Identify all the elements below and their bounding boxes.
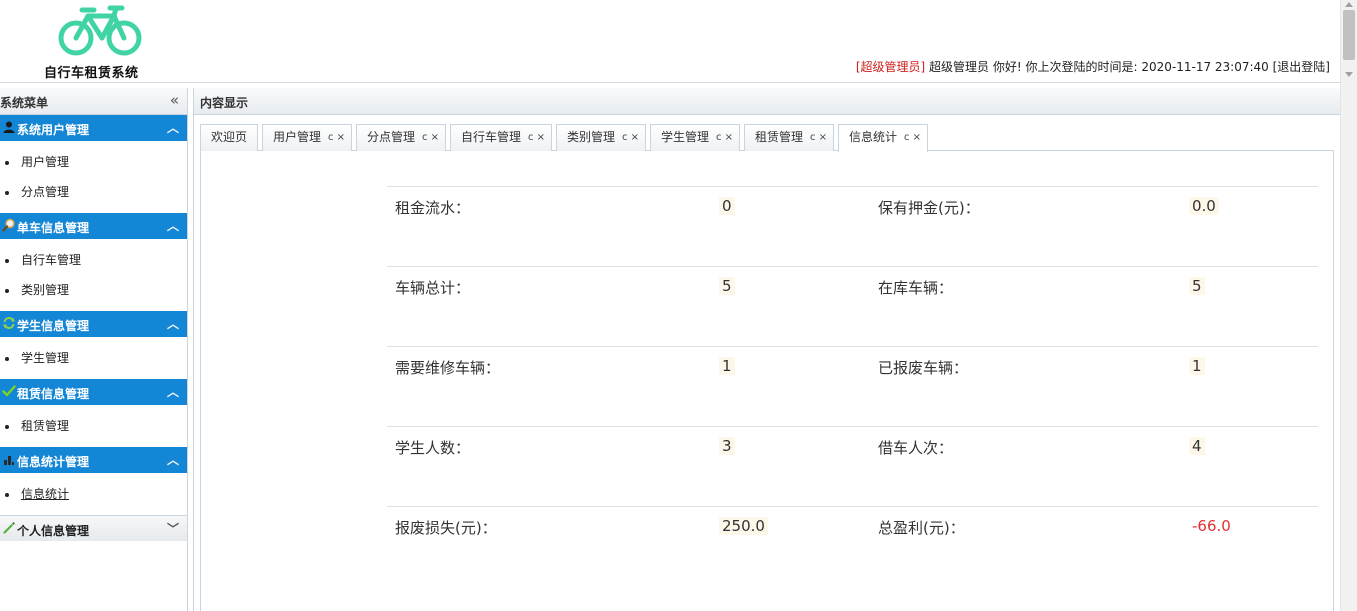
menu-group-items: 自行车管理 类别管理 [0, 239, 187, 311]
menu-group-items: 用户管理 分点管理 [0, 141, 187, 213]
chevron-up-icon[interactable]: ︿ [167, 217, 179, 234]
tab-bar: 欢迎页 用户管理 c × 分点管理 c × 自行车管理 c × 类别管理 c ×… [200, 123, 1334, 152]
menu-group-statistics[interactable]: 信息统计管理 ︿ [0, 447, 187, 473]
menu-group-label: 个人信息管理 [17, 524, 90, 538]
stat-value: 5 [1189, 277, 1205, 295]
stat-label: 车辆总计： [395, 279, 471, 297]
menu-group-student-info[interactable]: 学生信息管理 ︿ [0, 311, 187, 337]
tab-bicycle-management[interactable]: 自行车管理 c × [450, 124, 552, 151]
stat-value: 4 [1189, 437, 1205, 455]
stats-row: 租金流水： 0 保有押金(元)： 0.0 [387, 187, 1318, 267]
pencil-icon [3, 522, 15, 534]
sidebar-item-statistics[interactable]: 信息统计 [0, 479, 187, 509]
menu-group-rental-info[interactable]: 租赁信息管理 ︿ [0, 379, 187, 405]
menu-group-items: 信息统计 [0, 473, 187, 515]
user-role: [超级管理员] [855, 60, 926, 74]
stat-value: 0.0 [1189, 197, 1219, 215]
stat-value-total-profit: -66.0 [1192, 517, 1231, 535]
tab-close-icon[interactable]: c × [716, 125, 733, 150]
sidebar-title: 系统菜单 [0, 96, 49, 110]
menu-group-label: 租赁信息管理 [17, 387, 90, 401]
stat-label: 租金流水： [395, 199, 471, 217]
tab-content: 租金流水： 0 保有押金(元)： 0.0 车辆总计： 5 在库车辆： 5 需要维… [200, 151, 1334, 611]
user-icon [3, 121, 15, 133]
scroll-down-arrow-icon[interactable] [1345, 72, 1353, 77]
menu-group-label: 信息统计管理 [17, 455, 90, 469]
tab-close-icon[interactable]: c × [622, 125, 639, 150]
sidebar-item-rental-management[interactable]: 租赁管理 [0, 411, 187, 441]
stats-row: 报废损失(元)： 250.0 总盈利(元)： -66.0 [387, 507, 1318, 587]
tab-category-management[interactable]: 类别管理 c × [556, 124, 646, 151]
chevron-up-icon[interactable]: ︿ [167, 383, 179, 400]
tab-rental-management[interactable]: 租赁管理 c × [744, 124, 834, 151]
stats-row: 车辆总计： 5 在库车辆： 5 [387, 267, 1318, 347]
menu-group-system-users[interactable]: 系统用户管理 ︿ [0, 115, 187, 141]
sidebar-item-branch-management[interactable]: 分点管理 [0, 177, 187, 207]
chevron-down-icon[interactable]: ﹀ [167, 520, 179, 537]
stat-label: 已报废车辆： [878, 359, 969, 377]
stat-value: 250.0 [719, 517, 768, 535]
menu-group-label: 单车信息管理 [17, 221, 90, 235]
sidebar-header: 系统菜单 « [0, 88, 187, 115]
menu-group-items: 学生管理 [0, 337, 187, 379]
menu-group-bike-info[interactable]: 单车信息管理 ︿ [0, 213, 187, 239]
tab-welcome[interactable]: 欢迎页 [200, 124, 258, 151]
last-login-time: 2020-11-17 23:07:40 [1141, 60, 1269, 74]
logout-link[interactable]: [退出登陆] [1269, 60, 1330, 74]
stat-value: 3 [719, 437, 735, 455]
checkmark-icon [2, 385, 16, 397]
tab-close-icon[interactable]: c × [422, 125, 439, 150]
greeting-text: 超级管理员 你好! 你上次登陆的时间是: [925, 60, 1142, 74]
tab-statistics[interactable]: 信息统计 c × [838, 124, 928, 152]
tab-close-icon[interactable]: c × [904, 125, 921, 150]
chart-icon [4, 456, 14, 465]
stat-value: 5 [719, 277, 735, 295]
stat-label: 总盈利(元)： [878, 519, 965, 537]
collapse-sidebar-icon[interactable]: « [170, 91, 179, 109]
stat-value: 1 [1189, 357, 1205, 375]
app-title: 自行车租赁系统 [44, 66, 139, 81]
menu-group-label: 学生信息管理 [17, 319, 90, 333]
page-scrollbar[interactable] [1340, 0, 1357, 611]
menu-group-personal-info[interactable]: 个人信息管理 ﹀ [0, 515, 187, 541]
chevron-up-icon[interactable]: ︿ [167, 119, 179, 136]
tab-close-icon[interactable]: c × [528, 125, 545, 150]
stat-label: 报废损失(元)： [395, 519, 497, 537]
stats-row: 学生人数： 3 借车人次： 4 [387, 427, 1318, 507]
content-panel: 内容显示 欢迎页 用户管理 c × 分点管理 c × 自行车管理 c × 类别管… [193, 88, 1340, 611]
user-status-bar: [超级管理员] 超级管理员 你好! 你上次登陆的时间是: 2020-11-17 … [856, 58, 1330, 75]
app-logo: 自行车租赁系统 [40, 4, 150, 81]
sidebar: 系统菜单 « 系统用户管理 ︿ 用户管理 分点管理 单车信息管理 ︿ 自行车管理… [0, 88, 188, 611]
refresh-icon [3, 317, 15, 329]
magnifier-icon [2, 218, 15, 232]
scroll-thumb[interactable] [1343, 10, 1355, 60]
tab-branch-management[interactable]: 分点管理 c × [356, 124, 446, 151]
menu-group-label: 系统用户管理 [17, 123, 90, 137]
sidebar-item-user-management[interactable]: 用户管理 [0, 147, 187, 177]
tab-student-management[interactable]: 学生管理 c × [650, 124, 740, 151]
sidebar-item-bicycle-management[interactable]: 自行车管理 [0, 245, 187, 275]
stat-label: 借车人次： [878, 439, 954, 457]
stat-label: 在库车辆： [878, 279, 954, 297]
chevron-up-icon[interactable]: ︿ [167, 315, 179, 332]
tab-close-icon[interactable]: c × [810, 125, 827, 150]
tab-user-management[interactable]: 用户管理 c × [262, 124, 352, 151]
app-header: 自行车租赁系统 [超级管理员] 超级管理员 你好! 你上次登陆的时间是: 202… [0, 0, 1340, 83]
stat-value: 0 [719, 197, 735, 215]
content-header: 内容显示 [194, 88, 1340, 115]
tab-close-icon[interactable]: c × [328, 125, 345, 150]
scroll-up-arrow-icon[interactable] [1345, 2, 1353, 7]
stat-label: 学生人数： [395, 439, 471, 457]
menu-group-items: 租赁管理 [0, 405, 187, 447]
stat-value: 1 [719, 357, 735, 375]
bicycle-icon [58, 5, 142, 56]
content-title: 内容显示 [200, 96, 249, 110]
stats-row: 需要维修车辆： 1 已报废车辆： 1 [387, 347, 1318, 427]
sidebar-item-student-management[interactable]: 学生管理 [0, 343, 187, 373]
statistics-table: 租金流水： 0 保有押金(元)： 0.0 车辆总计： 5 在库车辆： 5 需要维… [387, 186, 1318, 587]
sidebar-item-category-management[interactable]: 类别管理 [0, 275, 187, 305]
stat-label: 保有押金(元)： [878, 199, 980, 217]
stat-label: 需要维修车辆： [395, 359, 501, 377]
chevron-up-icon[interactable]: ︿ [167, 451, 179, 468]
